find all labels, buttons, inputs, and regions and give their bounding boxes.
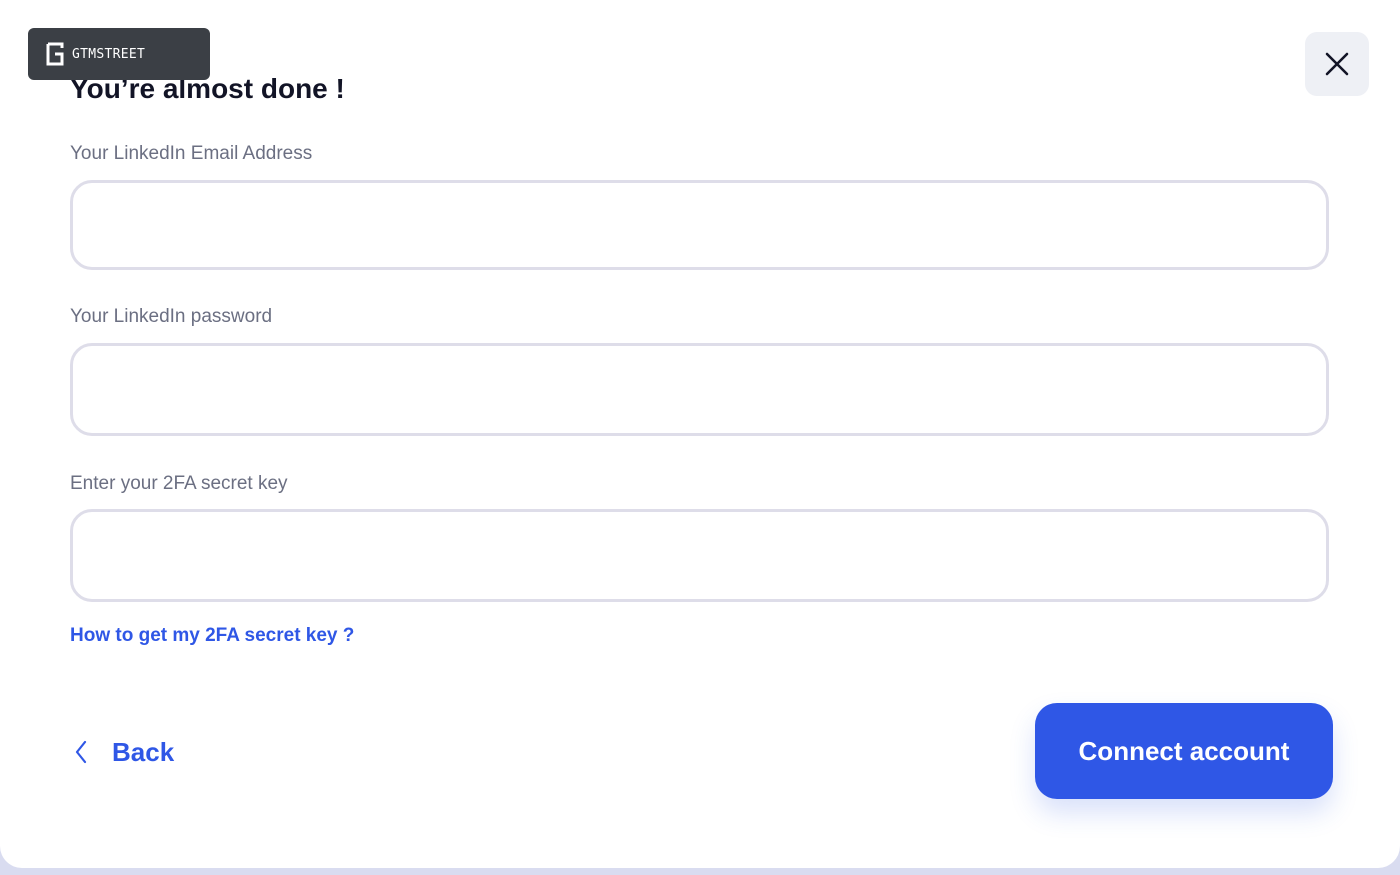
password-label: Your LinkedIn password: [70, 306, 273, 327]
brand-badge: GTMSTREET: [28, 28, 210, 80]
secret-key-help-link[interactable]: How to get my 2FA secret key ?: [70, 624, 354, 648]
close-button[interactable]: [1305, 32, 1369, 96]
back-button[interactable]: Back: [70, 730, 174, 774]
brand-name: GTMSTREET: [72, 46, 146, 62]
back-label: Back: [112, 736, 175, 767]
email-label: Your LinkedIn Email Address: [70, 143, 313, 164]
secret-key-label: Enter your 2FA secret key: [70, 473, 288, 494]
g-logo-icon: [46, 42, 64, 66]
connect-account-dialog: GTMSTREET You’re almost done ! Your Link…: [0, 0, 1400, 868]
password-field[interactable]: [70, 343, 1329, 436]
connect-account-button[interactable]: Connect account: [1035, 703, 1333, 799]
email-field[interactable]: [70, 180, 1329, 270]
chevron-left-icon: [75, 740, 87, 764]
secret-key-field[interactable]: [70, 509, 1329, 602]
close-icon: [1325, 52, 1349, 76]
